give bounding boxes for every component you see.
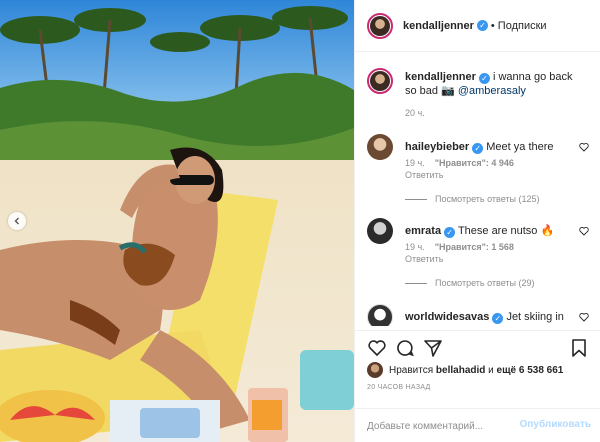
post-photo[interactable] xyxy=(0,0,354,442)
heart-icon[interactable] xyxy=(579,226,589,236)
comment-item: worldwidesavas✓ Jet skiing in ocean wate… xyxy=(367,304,593,326)
comment-avatar[interactable] xyxy=(367,304,393,326)
separator-dot: • xyxy=(490,19,495,32)
comment-text: These are nutso xyxy=(457,225,538,237)
view-replies-button[interactable]: Посмотреть ответы (29) xyxy=(405,278,535,288)
author-avatar[interactable] xyxy=(367,12,393,39)
previous-photo-button[interactable] xyxy=(8,212,26,230)
caption-mention[interactable]: @amberasaly xyxy=(458,85,526,97)
verified-icon: ✓ xyxy=(478,73,490,84)
publish-button[interactable]: Опубликовать xyxy=(520,419,591,430)
verified-icon: ✓ xyxy=(492,313,504,324)
author-username[interactable]: kendalljenner xyxy=(403,20,474,32)
action-bar xyxy=(355,330,600,362)
comment-username[interactable]: haileybieber xyxy=(405,141,469,153)
comment-text: Meet ya there xyxy=(486,141,554,153)
view-replies-label: Посмотреть ответы (29) xyxy=(435,278,535,288)
comment-username[interactable]: worldwidesavas xyxy=(405,311,489,323)
likes-prefix: Нравится xyxy=(389,364,434,376)
likes-summary: Нравится bellahadid и ещё 6 538 661 xyxy=(367,362,563,378)
post-header: kendalljenner ✓ • Подписки xyxy=(355,0,600,52)
comment-input[interactable] xyxy=(367,417,517,435)
comments-list[interactable]: kendalljenner ✓ i wanna go back so bad 📷 … xyxy=(355,56,600,326)
view-replies-label: Посмотреть ответы (125) xyxy=(435,194,540,204)
heart-icon[interactable] xyxy=(579,142,589,152)
caption-username[interactable]: kendalljenner xyxy=(405,71,476,83)
comment-item: haileybieber ✓ Meet ya there 19 ч. "Нрави… xyxy=(367,134,593,208)
comment-icon[interactable] xyxy=(395,338,415,358)
comment-time[interactable]: 19 ч. xyxy=(405,158,425,168)
instagram-post: kendalljenner ✓ • Подписки kendalljenner… xyxy=(0,0,600,442)
comment-avatar[interactable] xyxy=(367,134,393,160)
post-timestamp[interactable]: 20 ЧАСОВ НАЗАД xyxy=(367,384,431,391)
share-icon[interactable] xyxy=(423,338,443,358)
replies-divider xyxy=(405,198,427,200)
verified-icon: ✓ xyxy=(476,20,488,31)
post-sidebar: kendalljenner ✓ • Подписки kendalljenner… xyxy=(354,0,600,442)
caption: kendalljenner ✓ i wanna go back so bad 📷 … xyxy=(367,68,593,128)
caption-avatar[interactable] xyxy=(367,68,393,94)
add-comment-bar: Опубликовать xyxy=(355,408,600,442)
camera-emoji: 📷 xyxy=(441,85,455,97)
comment-time[interactable]: 19 ч. xyxy=(405,242,425,252)
liker-avatar[interactable] xyxy=(367,362,383,378)
comment-username[interactable]: emrata xyxy=(405,225,441,237)
verified-icon: ✓ xyxy=(444,227,456,238)
chevron-left-icon xyxy=(14,217,19,225)
heart-icon[interactable] xyxy=(579,312,589,322)
liker-username[interactable]: bellahadid xyxy=(436,365,485,376)
replies-divider xyxy=(405,282,427,284)
following-button[interactable]: Подписки xyxy=(498,20,547,32)
beach-photo-image xyxy=(0,0,354,442)
fire-emoji: 🔥 xyxy=(540,225,555,237)
comment-item: emrata ✓ These are nutso 🔥 19 ч. "Нравитс… xyxy=(367,218,593,292)
comment-likes[interactable]: "Нравится": 4 946 xyxy=(435,158,514,168)
likes-count-link[interactable]: ещё 6 538 661 xyxy=(497,365,564,376)
comment-likes[interactable]: "Нравится": 1 568 xyxy=(435,242,514,252)
caption-time[interactable]: 20 ч. xyxy=(405,108,425,118)
view-replies-button[interactable]: Посмотреть ответы (125) xyxy=(405,194,540,204)
bookmark-icon[interactable] xyxy=(569,338,589,358)
verified-icon: ✓ xyxy=(472,143,484,154)
heart-icon[interactable] xyxy=(367,338,387,358)
reply-button[interactable]: Ответить xyxy=(405,254,443,264)
reply-button[interactable]: Ответить xyxy=(405,170,443,180)
comment-avatar[interactable] xyxy=(367,218,393,244)
likes-and: и xyxy=(488,364,494,376)
